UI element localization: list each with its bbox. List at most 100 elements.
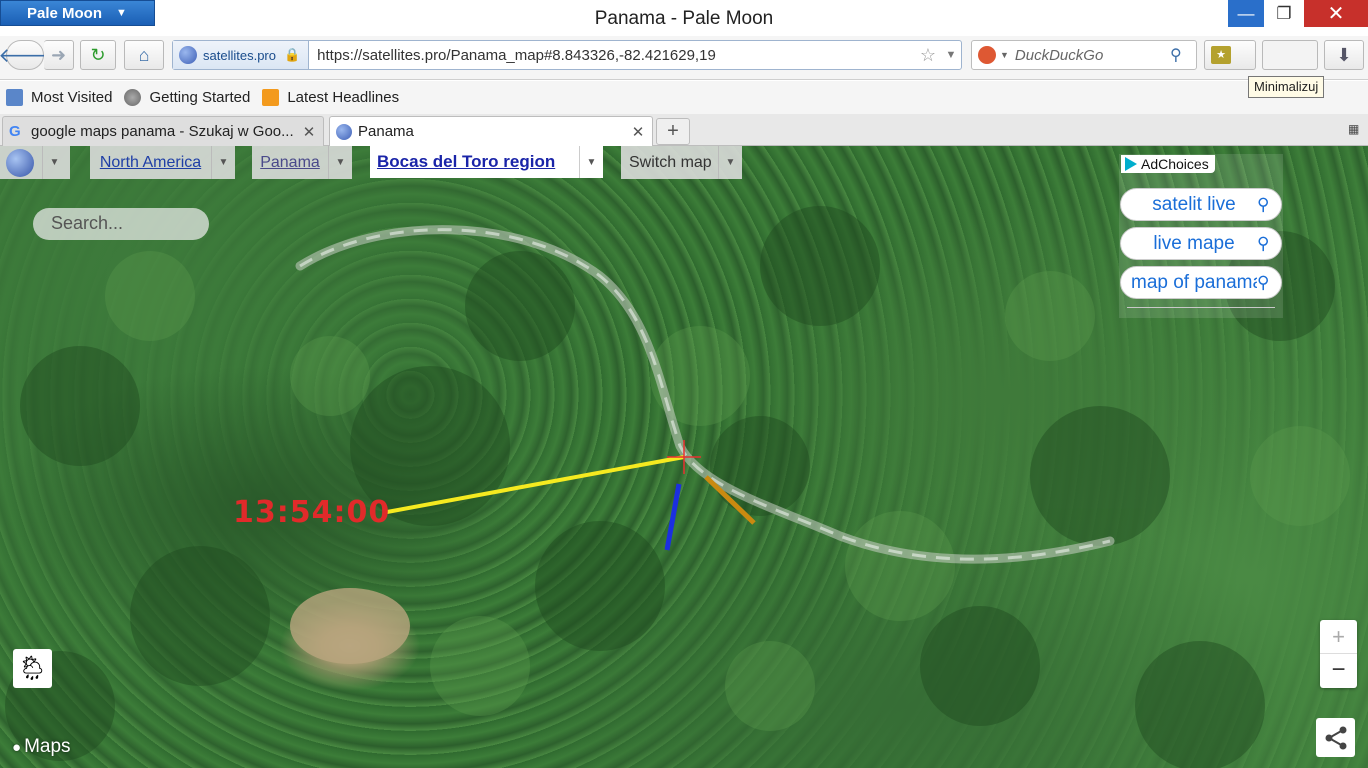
apple-logo-icon: ● [12, 738, 22, 756]
new-tab-button[interactable]: + [656, 118, 690, 145]
search-icon: ⚲ [1257, 233, 1270, 253]
site-identity-label: satellites.pro [203, 47, 276, 63]
minimize-button[interactable]: — [1228, 0, 1264, 27]
maps-attribution: ● Maps [12, 736, 71, 758]
bookmarks-icon: ★ [1211, 46, 1231, 64]
globe-icon [6, 148, 34, 177]
maximize-button[interactable]: ❐ [1264, 0, 1304, 27]
switch-map-dropdown[interactable]: Switch map ▼ [621, 146, 742, 179]
maps-attribution-label: Maps [24, 736, 71, 757]
ad-search-pill[interactable]: satelit live ⚲ [1120, 188, 1282, 221]
adchoices-icon [1125, 157, 1137, 171]
bookmark-label: Latest Headlines [287, 89, 400, 106]
search-icon: ⚲ [1257, 272, 1270, 292]
continent-dropdown[interactable]: North America ▼ [90, 146, 235, 179]
ad-pill-label: map of panama [1131, 271, 1257, 293]
url-bar[interactable]: satellites.pro 🔒 https://satellites.pro/… [172, 40, 962, 70]
chevron-down-icon[interactable]: ▼ [718, 146, 742, 179]
download-icon: ⬇ [1336, 44, 1352, 65]
continent-link[interactable]: North America [90, 154, 211, 172]
weather-cloud-sun-icon: 🌦 [17, 655, 48, 682]
bookmark-latest-headlines[interactable]: Latest Headlines [262, 89, 399, 106]
url-input[interactable]: https://satellites.pro/Panama_map#8.8433… [309, 47, 915, 64]
downloads-button[interactable]: ⬇ [1324, 40, 1364, 70]
title-bar: Pale Moon ▼ Panama - Pale Moon — ❐ ✕ [0, 0, 1368, 36]
forward-button[interactable]: ➜ [44, 40, 74, 70]
bookmarks-folder-icon [6, 89, 23, 106]
rss-feed-icon [262, 89, 280, 106]
zoom-out-button[interactable]: − [1320, 654, 1357, 688]
sun-azimuth-line [386, 455, 685, 514]
close-tab-icon[interactable]: ✕ [301, 123, 317, 141]
country-link[interactable]: Panama [252, 154, 328, 172]
bookmarks-button[interactable]: ★ [1204, 40, 1256, 70]
globe-icon [124, 89, 142, 106]
reload-icon: ↻ [90, 44, 106, 65]
sunrise-line [664, 483, 682, 551]
chevron-down-icon[interactable]: ▼ [211, 146, 235, 179]
world-map-dropdown[interactable]: ▼ [0, 146, 70, 179]
globe-icon [179, 46, 197, 64]
close-tab-icon[interactable]: ✕ [630, 123, 646, 141]
sun-time-label: 13:54:00 [233, 495, 391, 530]
weather-button[interactable]: 🌦 [13, 649, 52, 688]
region-link[interactable]: Bocas del Toro region [370, 152, 579, 172]
bookmark-most-visited[interactable]: Most Visited [6, 89, 112, 106]
addon-button[interactable] [1262, 40, 1318, 70]
arrow-right-icon: ➜ [50, 44, 67, 65]
globe-icon [336, 123, 352, 140]
ad-search-pill[interactable]: map of panama ⚲ [1120, 266, 1282, 299]
tab-panama[interactable]: Panama ✕ [329, 116, 653, 146]
home-icon: ⌂ [138, 44, 150, 65]
tab-list-icon[interactable]: ▦ [1348, 122, 1360, 136]
ad-search-pill[interactable]: live mape ⚲ [1120, 227, 1282, 260]
share-icon [1325, 726, 1346, 749]
tab-label: Panama [358, 123, 414, 140]
tooltip: Minimalizuj [1248, 76, 1325, 98]
reload-button[interactable]: ↻ [80, 40, 116, 70]
back-button[interactable]: 🡐 [0, 40, 52, 70]
region-dropdown[interactable]: Bocas del Toro region ▼ [370, 146, 603, 178]
tab-google-search[interactable]: G google maps panama - Szukaj w Goo... ✕ [2, 116, 324, 146]
switch-map-label: Switch map [629, 153, 712, 171]
site-identity-button[interactable]: satellites.pro 🔒 [173, 41, 310, 69]
chevron-down-icon[interactable]: ▼ [42, 146, 66, 179]
navigation-toolbar: 🡐 ➜ ↻ ⌂ satellites.pro 🔒 https://satelli… [0, 36, 1368, 98]
country-dropdown[interactable]: Panama ▼ [252, 146, 352, 179]
browser-window: Pale Moon ▼ Panama - Pale Moon — ❐ ✕ 🡐 ➜… [0, 0, 1368, 768]
chevron-down-icon[interactable]: ▼ [1000, 50, 1009, 60]
bookmark-label: Most Visited [31, 89, 113, 106]
tab-bar: G google maps panama - Szukaj w Goo... ✕… [0, 114, 1368, 146]
ad-panel: AdChoices satelit live ⚲ live mape ⚲ map… [1119, 154, 1283, 318]
search-input[interactable]: DuckDuckGo [1015, 47, 1170, 64]
bookmark-star-icon[interactable]: ☆ [915, 45, 941, 66]
google-icon: G [9, 122, 21, 140]
satellite-map[interactable]: ▼ North America ▼ Panama ▼ Bocas del Tor… [0, 146, 1368, 768]
bookmark-getting-started[interactable]: Getting Started [124, 89, 250, 106]
chevron-down-icon[interactable]: ▼ [328, 146, 352, 179]
adchoices-badge[interactable]: AdChoices [1121, 155, 1215, 173]
window-title: Panama - Pale Moon [594, 8, 774, 29]
duckduckgo-icon[interactable] [978, 46, 996, 64]
zoom-control: + − [1320, 620, 1357, 688]
lock-icon: 🔒 [283, 47, 301, 62]
search-bar[interactable]: ▼ DuckDuckGo ⚲ [971, 40, 1197, 70]
home-button[interactable]: ⌂ [124, 40, 164, 70]
adchoices-label: AdChoices [1141, 156, 1209, 172]
ad-pill-label: satelit live [1152, 193, 1236, 215]
share-button[interactable] [1316, 718, 1355, 757]
url-history-dropdown[interactable]: ▼ [941, 49, 961, 61]
zoom-in-button[interactable]: + [1320, 620, 1357, 654]
map-search-input[interactable]: Search... [33, 208, 209, 240]
sunset-line [704, 475, 756, 525]
bookmark-label: Getting Started [149, 89, 251, 106]
bookmarks-toolbar: Most Visited Getting Started Latest Head… [0, 81, 1368, 114]
close-window-button[interactable]: ✕ [1304, 0, 1368, 27]
ad-pill-label: live mape [1153, 232, 1235, 254]
search-icon[interactable]: ⚲ [1170, 45, 1196, 65]
divider [1127, 307, 1275, 308]
search-icon: ⚲ [1257, 194, 1270, 214]
tab-label: google maps panama - Szukaj w Goo... [31, 123, 294, 140]
location-crosshair-icon [667, 440, 701, 474]
chevron-down-icon[interactable]: ▼ [579, 146, 603, 178]
